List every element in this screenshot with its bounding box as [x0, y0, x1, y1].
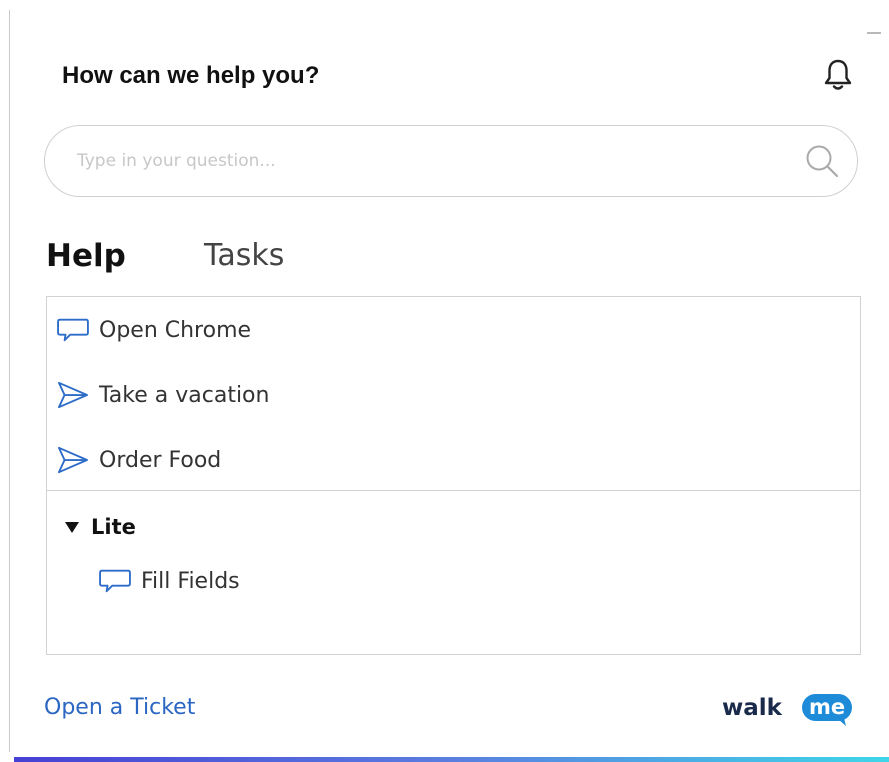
open-ticket-link[interactable]: Open a Ticket [44, 695, 195, 720]
group-label: Lite [91, 515, 136, 539]
help-list: Open Chrome Take a vacation Order Food L… [46, 296, 861, 655]
walkme-logo: walk me [720, 688, 860, 728]
paper-plane-icon [55, 379, 91, 411]
list-divider [47, 490, 860, 491]
logo-text-walk: walk [722, 695, 783, 721]
minimize-button[interactable] [867, 32, 881, 34]
speech-bubble-icon [55, 314, 91, 346]
list-item-label: Fill Fields [141, 568, 240, 594]
search-input[interactable] [75, 140, 779, 182]
page-title: How can we help you? [62, 62, 320, 89]
notification-bell-icon[interactable] [823, 58, 853, 92]
list-item-open-chrome[interactable]: Open Chrome [55, 310, 251, 350]
list-item-order-food[interactable]: Order Food [55, 440, 221, 480]
search-box [44, 125, 858, 197]
tab-tasks[interactable]: Tasks [204, 238, 284, 273]
panel-left-border [9, 10, 10, 752]
list-item-fill-fields[interactable]: Fill Fields [97, 561, 240, 601]
list-item-label: Take a vacation [99, 382, 270, 408]
caret-down-icon [65, 521, 79, 533]
list-item-take-a-vacation[interactable]: Take a vacation [55, 375, 269, 415]
group-header-lite[interactable]: Lite [65, 515, 136, 539]
search-icon[interactable] [803, 142, 841, 180]
list-item-label: Order Food [99, 447, 222, 473]
speech-bubble-icon [97, 565, 133, 597]
gradient-bottom-bar [14, 757, 889, 762]
list-item-label: Open Chrome [99, 317, 252, 343]
paper-plane-icon [55, 444, 91, 476]
tab-help[interactable]: Help [46, 238, 126, 274]
logo-text-me: me [809, 695, 845, 719]
